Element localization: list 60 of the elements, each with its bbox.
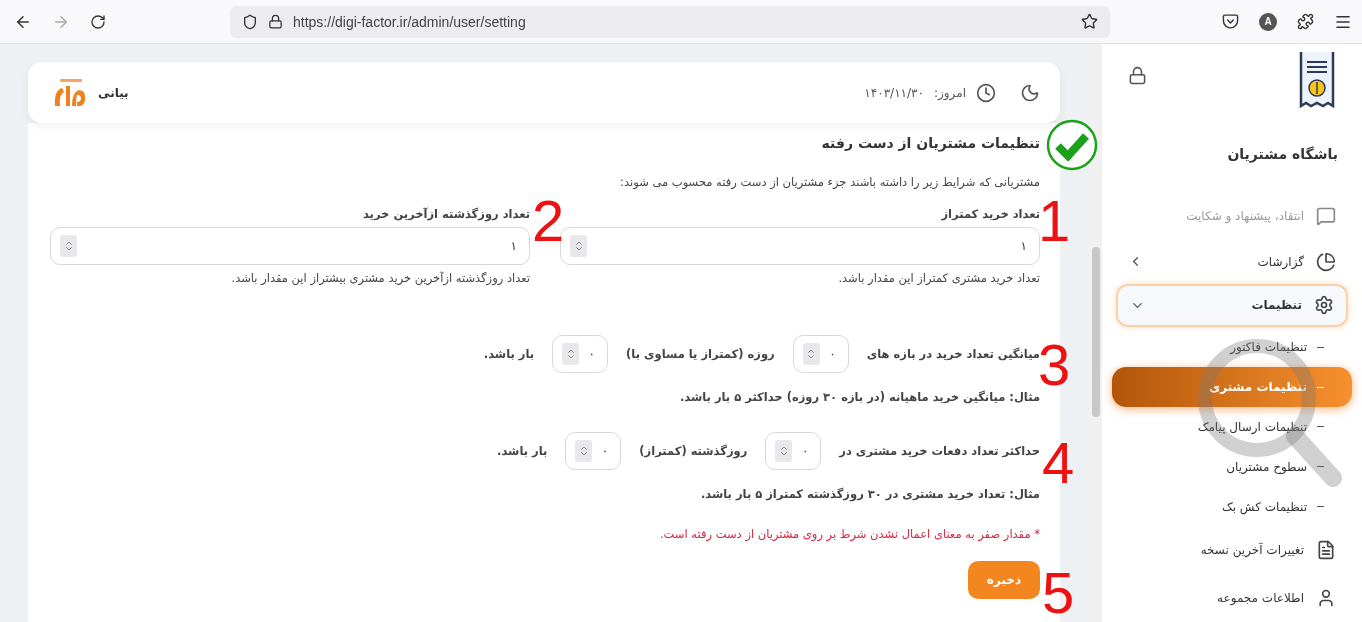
help-text: تعداد روزگذشته ازآخرین خرید مشتری بیشتراز این مقدار باشد. — [230, 271, 530, 285]
dash-icon — [1317, 386, 1324, 388]
spinner-icon[interactable] — [570, 235, 587, 257]
intro-text: مشتریانی که شرایط زیر را داشته باشند جزء مشتریان از دست رفته محسوب می شوند: — [619, 175, 1040, 189]
settings-icon — [1314, 295, 1334, 316]
rule-text: بار باشد. — [483, 347, 535, 361]
sidebar-item[interactable]: گزارشات — [1116, 239, 1348, 284]
user-icon — [1316, 588, 1336, 609]
shield-icon[interactable] — [242, 13, 258, 30]
pie-chart-icon — [1316, 251, 1336, 272]
chat-icon — [1316, 205, 1336, 226]
rule-text: حداکثر تعداد دفعات خرید مشتری در — [839, 444, 1040, 458]
sidebar-item[interactable]: تغییرات آخرین نسخه — [1116, 526, 1348, 575]
section-title: تنظیمات مشتریان از دست رفته — [820, 135, 1040, 151]
spinner-icon[interactable] — [60, 235, 77, 257]
lock-icon[interactable] — [268, 14, 283, 29]
rule-text: میانگین تعداد خرید در بازه های — [866, 347, 1040, 361]
field-label: تعداد خرید کمتراز — [940, 207, 1040, 221]
dash-icon — [1317, 426, 1324, 428]
moon-icon[interactable] — [1020, 82, 1040, 103]
annotation-number: 1 — [1038, 192, 1071, 250]
brand-name: بیانی — [98, 85, 129, 100]
annotation-number: 4 — [1042, 434, 1075, 492]
profile-avatar[interactable]: A — [1259, 12, 1277, 31]
example-text: مثال: میانگین خرید ماهیانه (در بازه ۳۰ روزه) حداکثر ۵ بار باشد. — [678, 390, 1040, 404]
sidebar-title: باشگاه مشتریان — [1226, 146, 1338, 162]
address-bar[interactable]: https://digi-factor.ir/admin/user/setting — [230, 5, 1110, 38]
document-icon — [1316, 540, 1336, 561]
rule-text: روزگذشته (کمتراز) — [639, 444, 748, 458]
annotation-number: 3 — [1038, 336, 1071, 394]
date-label: امروز: — [934, 85, 966, 100]
sidebar-item[interactable]: اطلاعات مجموعه — [1116, 574, 1348, 622]
spinner-icon[interactable] — [575, 440, 593, 462]
field-label: تعداد روزگذشته ازآخرین خرید — [361, 207, 530, 221]
pocket-icon[interactable] — [1222, 13, 1239, 30]
submenu-item[interactable]: تنظیمات فاکتور — [1112, 327, 1352, 368]
rule-text: بار باشد. — [497, 444, 548, 458]
lock-icon[interactable] — [1128, 66, 1147, 85]
extensions-icon[interactable] — [1297, 13, 1314, 30]
bookmark-star-icon[interactable] — [1081, 13, 1098, 30]
annotation-number: 5 — [1042, 564, 1075, 622]
sidebar-item[interactable]: تنظیمات — [1116, 283, 1348, 328]
submenu-item[interactable]: تنظیمات ارسال پیامک — [1112, 407, 1352, 447]
reload-icon[interactable] — [90, 13, 106, 30]
dash-icon — [1317, 506, 1324, 508]
submenu-item[interactable]: سطوح مشتریان — [1112, 446, 1352, 487]
submenu-item[interactable]: تنظیمات کش بک — [1112, 486, 1352, 527]
rule-text: روزه (کمتراز یا مساوی با) — [626, 347, 775, 361]
date-text: ۱۴۰۳/۱۱/۳۰ — [864, 85, 924, 100]
scrollbar[interactable] — [1090, 44, 1102, 622]
spinner-icon[interactable] — [562, 343, 580, 365]
clock-icon — [976, 82, 996, 103]
dash-icon — [1317, 346, 1324, 348]
spinner-icon[interactable] — [775, 440, 793, 462]
dash-icon — [1317, 466, 1324, 468]
help-text: تعداد خرید مشتری کمتراز این مقدار باشد. — [837, 271, 1040, 285]
number-field[interactable]: ۱ — [50, 227, 530, 265]
note-text: * مقدار صفر به معنای اعمال نشدن شرط بر روی مشتریان از دست رفته است. — [658, 527, 1040, 541]
receipt-icon — [1298, 52, 1336, 110]
example-text: مثال: تعداد خرید مشتری در ۳۰ روزگذشته کمتراز ۵ بار باشد. — [700, 487, 1040, 501]
